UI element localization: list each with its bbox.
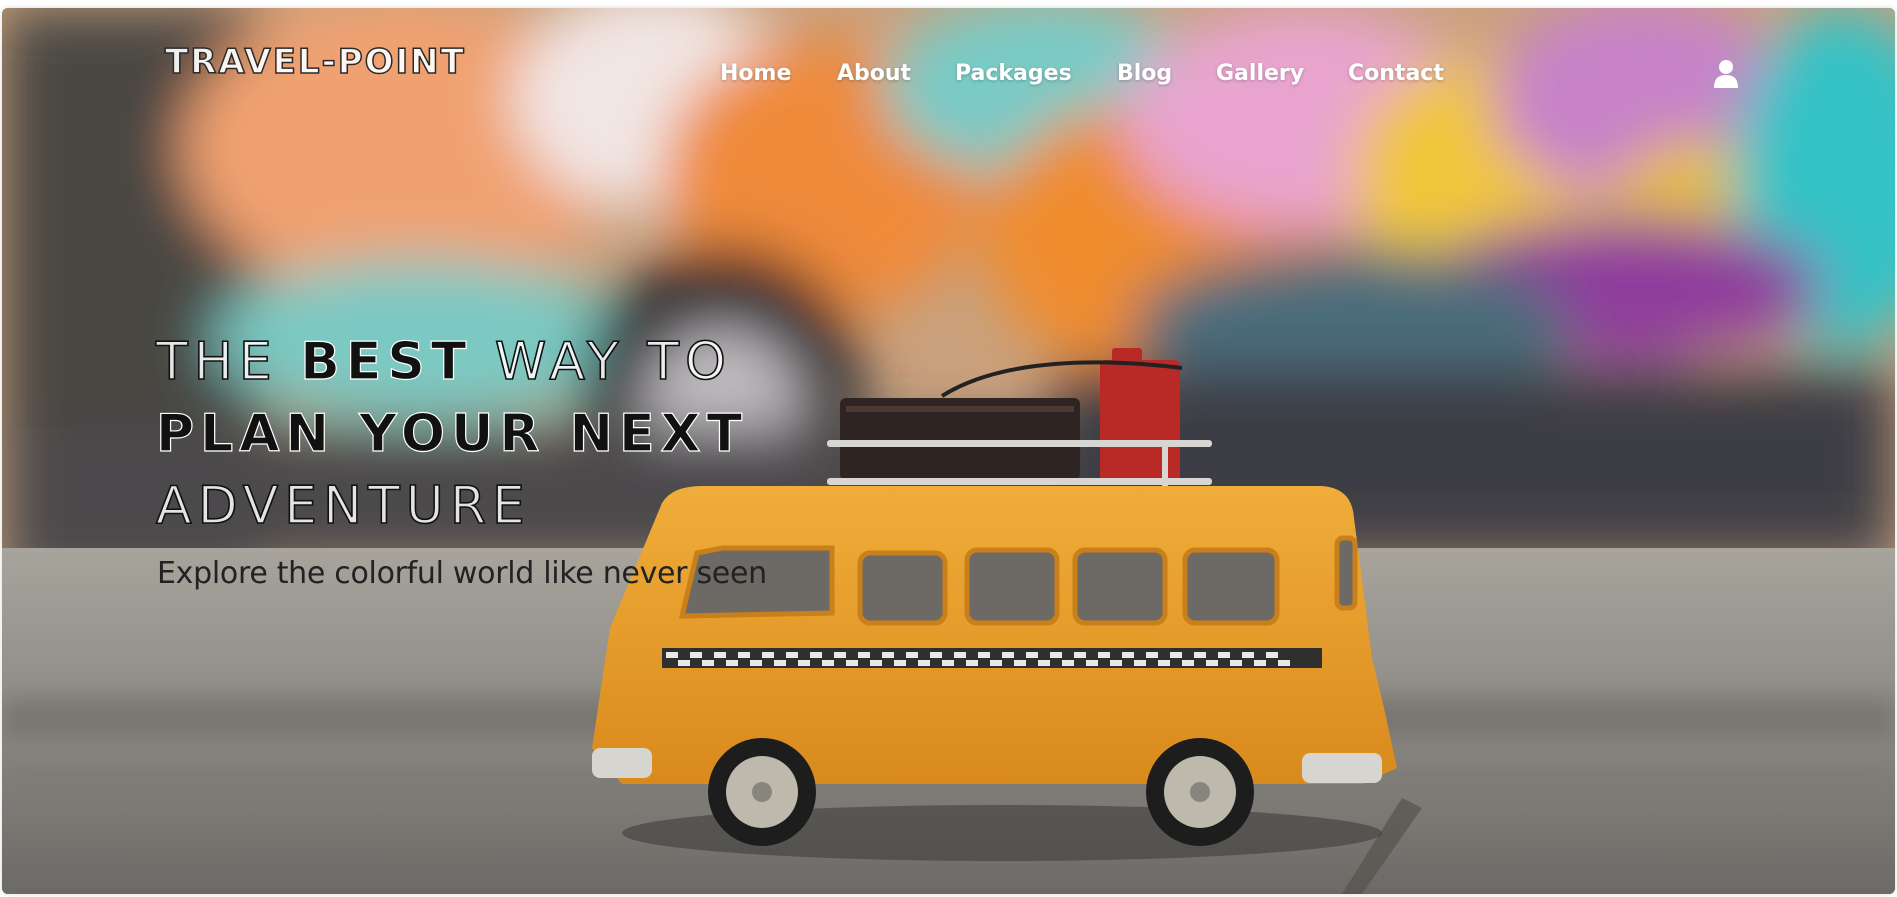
- hero-section: TRAVEL-POINT Home About Packages Blog Ga…: [2, 8, 1895, 894]
- nav-link-home[interactable]: Home: [720, 61, 791, 86]
- nav-link-contact[interactable]: Contact: [1348, 61, 1444, 86]
- user-icon[interactable]: [1713, 59, 1739, 89]
- nav-link-packages[interactable]: Packages: [955, 61, 1072, 86]
- nav-links: Home About Packages Blog Gallery Contact: [2, 61, 1895, 91]
- headline-line-2: PLAN YOUR NEXT: [155, 403, 749, 464]
- hero-headline: THE BEST WAY TO PLAN YOUR NEXT ADVENTURE: [155, 326, 776, 542]
- nav-link-about[interactable]: About: [837, 61, 911, 86]
- nav-link-blog[interactable]: Blog: [1117, 61, 1172, 86]
- headline-words-way-to: WAY TO: [472, 331, 732, 393]
- headline-word-best: BEST: [300, 331, 473, 392]
- headline-line-3: ADVENTURE: [155, 470, 776, 542]
- nav-link-gallery[interactable]: Gallery: [1216, 61, 1304, 86]
- headline-word-adventure: ADVENTURE: [155, 475, 531, 537]
- headline-line-1: THE BEST WAY TO: [155, 326, 776, 398]
- navbar: TRAVEL-POINT Home About Packages Blog Ga…: [2, 8, 1895, 128]
- hero-subtitle: Explore the colorful world like never se…: [157, 556, 767, 591]
- headline-word-the: THE: [155, 331, 301, 393]
